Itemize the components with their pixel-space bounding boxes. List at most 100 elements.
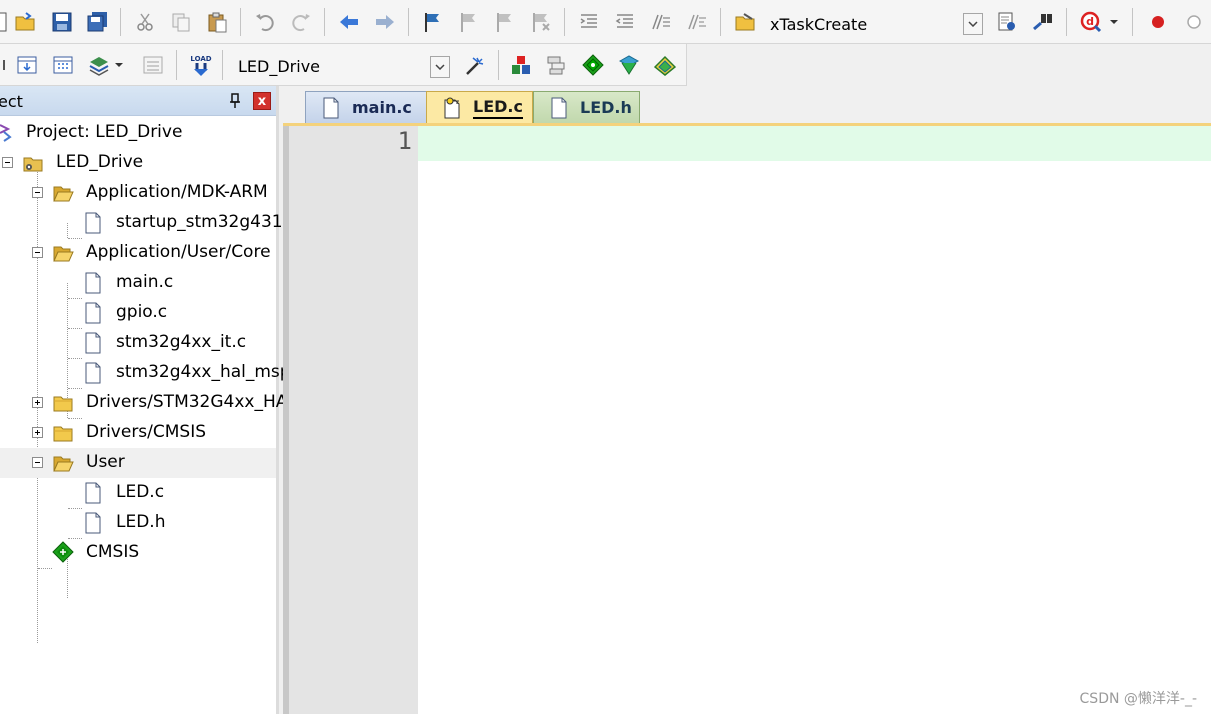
disable-breakpoint-icon[interactable] (1181, 9, 1207, 35)
manage-rte-icon[interactable] (580, 52, 606, 78)
tree-item-component[interactable]: CMSIS (0, 538, 276, 568)
tree-item-group[interactable]: Drivers/CMSIS (0, 418, 276, 448)
bookmark-prev-icon[interactable] (456, 9, 482, 35)
batch-dropdown-icon[interactable] (112, 52, 126, 78)
debug-dropdown-icon[interactable] (1106, 9, 1122, 35)
undo-icon[interactable] (252, 9, 278, 35)
function-combo-dropdown[interactable] (963, 13, 983, 35)
target-combo-dropdown[interactable] (430, 56, 450, 78)
tree-item-group[interactable]: Application/MDK-ARM (0, 178, 276, 208)
uncomment-icon[interactable] (684, 9, 710, 35)
tree-item-file[interactable]: stm32g4xx_hal_msp (0, 358, 291, 388)
tree-item-project[interactable]: Project: LED_Drive (0, 118, 276, 148)
tree-label: User (86, 452, 125, 472)
collapse-icon[interactable] (32, 247, 43, 258)
function-combo[interactable]: xTaskCreate (766, 11, 966, 37)
file-icon (82, 362, 104, 384)
cut-icon[interactable] (132, 9, 158, 35)
bookmark-next-icon[interactable] (492, 9, 518, 35)
unindent-icon[interactable] (612, 9, 638, 35)
navigate-back-icon[interactable] (336, 9, 362, 35)
tree-label: LED.h (116, 512, 166, 532)
navigate-forward-icon[interactable] (372, 9, 398, 35)
tree-label: LED_Drive (56, 152, 144, 172)
tab-led-h[interactable]: LED.h (533, 91, 640, 123)
redo-icon[interactable] (288, 9, 314, 35)
collapse-icon[interactable] (32, 457, 43, 468)
manage-project-items-icon[interactable] (508, 52, 534, 78)
tree-item-file[interactable]: stm32g4xx_it.c (0, 328, 276, 358)
tree-item-file[interactable]: LED.h (0, 508, 276, 538)
open-folder-icon[interactable] (12, 9, 38, 35)
watermark: CSDN @懒洋洋-_- (1079, 691, 1197, 707)
expand-icon[interactable] (32, 397, 43, 408)
file-icon (82, 512, 104, 534)
incremental-find-icon[interactable] (1030, 9, 1056, 35)
expand-icon[interactable] (32, 427, 43, 438)
tree-label: Application/User/Core (86, 242, 271, 262)
new-file-icon[interactable] (0, 9, 12, 35)
tree-label: stm32g4xx_it.c (116, 332, 247, 352)
tree-item-group-selected[interactable]: User (0, 448, 276, 478)
rebuild-icon[interactable] (50, 52, 76, 78)
file-icon (320, 97, 342, 119)
save-all-icon[interactable] (85, 9, 111, 35)
tree-item-file[interactable]: gpio.c (0, 298, 276, 328)
close-panel-button[interactable]: x (253, 92, 271, 110)
file-icon (82, 332, 104, 354)
copy-icon[interactable] (168, 9, 194, 35)
select-packs-icon[interactable] (544, 52, 570, 78)
project-panel: ect x Project: LED_Drive LED_Drive Appli… (0, 86, 293, 714)
translate-icon[interactable] (0, 52, 12, 78)
batch-build-icon[interactable] (86, 52, 112, 78)
file-icon (82, 212, 104, 234)
bookmark-icon[interactable] (420, 9, 446, 35)
tree-item-target[interactable]: LED_Drive (0, 148, 276, 178)
folder-icon (52, 422, 74, 444)
save-icon[interactable] (49, 9, 75, 35)
open-folder-icon (52, 242, 74, 264)
tree-item-group[interactable]: Application/User/Core (0, 238, 276, 268)
indent-icon[interactable] (576, 9, 602, 35)
open-folder-icon (52, 452, 74, 474)
load-label: LOAD (190, 55, 211, 63)
debug-session-icon[interactable]: d (1078, 9, 1104, 35)
open-folder-icon (52, 182, 74, 204)
breakpoint-icon[interactable] (1145, 9, 1171, 35)
current-line-highlight (418, 126, 1211, 161)
target-combo-value: LED_Drive (238, 56, 320, 76)
bookmark-clear-icon[interactable] (528, 9, 554, 35)
project-panel-header: ect x (0, 86, 276, 116)
find-in-files-icon[interactable] (732, 9, 758, 35)
file-icon (548, 97, 570, 119)
comment-icon[interactable] (648, 9, 674, 35)
tree-item-file[interactable]: startup_stm32g431x (0, 208, 293, 238)
tree-item-file[interactable]: main.c (0, 268, 276, 298)
tree-item-group[interactable]: Drivers/STM32G4xx_HA (0, 388, 287, 418)
pin-icon[interactable] (228, 93, 242, 109)
collapse-icon[interactable] (32, 187, 43, 198)
tree-item-file[interactable]: LED.c (0, 478, 276, 508)
build-icon[interactable] (14, 52, 40, 78)
stop-build-icon[interactable] (140, 52, 166, 78)
pack-update-icon[interactable] (652, 52, 678, 78)
tree-label: gpio.c (116, 302, 168, 322)
options-for-target-icon[interactable] (462, 52, 488, 78)
line-number-gutter: 1 (289, 126, 418, 714)
pack-installer-icon[interactable] (616, 52, 642, 78)
line-number: 1 (397, 127, 412, 155)
find-icon[interactable] (994, 9, 1020, 35)
chevron-down-icon (968, 21, 978, 27)
collapse-icon[interactable] (2, 157, 13, 168)
tab-led-c[interactable]: LED.c (426, 91, 533, 123)
build-toolbar: LOAD LED_Drive (0, 44, 687, 86)
target-combo[interactable]: LED_Drive (234, 53, 430, 79)
editor-tabbar: main.c LED.c LED.h (283, 86, 1211, 124)
download-icon[interactable]: LOAD (188, 50, 214, 80)
tab-main-c[interactable]: main.c (305, 91, 427, 123)
paste-icon[interactable] (204, 9, 230, 35)
code-editor[interactable] (418, 126, 1211, 714)
file-icon (82, 272, 104, 294)
project-panel-title: ect (0, 92, 23, 111)
tree-label: LED.c (116, 482, 165, 502)
